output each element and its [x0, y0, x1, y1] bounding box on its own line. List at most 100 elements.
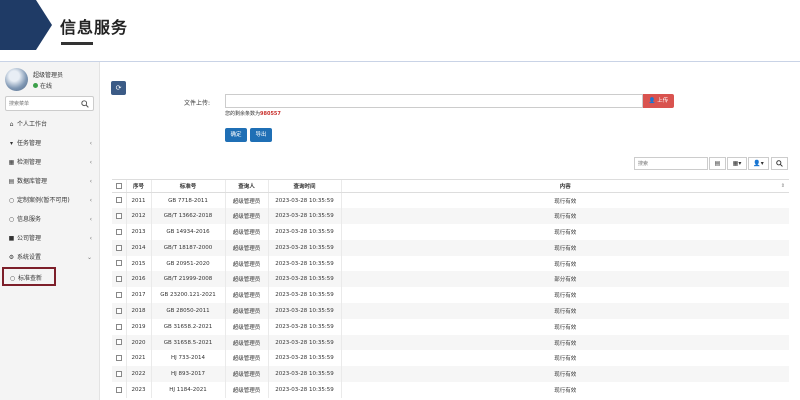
user-panel: 超级管理员 在线: [4, 67, 96, 93]
row-checkbox[interactable]: [115, 228, 122, 235]
table-search-input[interactable]: [638, 160, 704, 168]
table-cell: 2017: [125, 287, 151, 304]
sidebar-item-info-service[interactable]: ○ 信息服务 ‹: [0, 210, 100, 229]
circle-icon: ○: [8, 216, 15, 223]
column-header[interactable]: 查询时间: [267, 179, 341, 193]
chevron-left-icon: ‹: [89, 178, 92, 185]
table-cell: GB 20951-2020: [150, 255, 225, 272]
table-row[interactable]: 2014 GB/T 18187-2000 超级管理员 2023-03-28 10:35…: [112, 239, 789, 256]
sidebar-search-input[interactable]: [9, 99, 79, 109]
sidebar-item-workbench[interactable]: ⌂ 个人工作台: [0, 115, 100, 134]
column-header[interactable]: 序号: [125, 179, 151, 193]
sidebar-item-label: 标准查新: [18, 275, 43, 282]
sidebar-item-standard-check[interactable]: ○ 标准查新: [2, 267, 56, 286]
table-row[interactable]: 2021 HJ 733-2014 超级管理员 2023-03-28 10:35:59 现…: [112, 350, 789, 367]
chevron-down-icon: ⌄: [86, 254, 92, 261]
table-cell: 2023-03-28 10:35:59: [267, 366, 341, 383]
table-row[interactable]: 2012 GB/T 13662-2018 超级管理员 2023-03-28 10:35…: [112, 208, 789, 225]
row-checkbox[interactable]: [115, 244, 122, 251]
row-checkbox-cell: [112, 208, 126, 225]
table-cell: 超级管理员: [224, 271, 268, 288]
table-row[interactable]: 2016 GB/T 21999-2008 超级管理员 2023-03-28 10:35…: [112, 271, 789, 288]
table-search-button[interactable]: [771, 157, 788, 170]
row-checkbox[interactable]: [115, 386, 122, 393]
row-checkbox-cell: [112, 366, 126, 383]
sidebar-item-inspection[interactable]: ▦ 检测管理 ‹: [0, 153, 100, 172]
table-row[interactable]: 2023 HJ 1184-2021 超级管理员 2023-03-28 10:35:59…: [112, 382, 789, 398]
row-checkbox[interactable]: [115, 323, 122, 330]
row-checkbox[interactable]: [115, 212, 122, 219]
table-cell: 超级管理员: [224, 224, 268, 240]
sidebar-item-label: 个人工作台: [17, 121, 48, 128]
table-cell: 2014: [125, 239, 151, 256]
row-checkbox[interactable]: [115, 291, 122, 298]
select-all-checkbox[interactable]: [115, 182, 122, 189]
row-checkbox[interactable]: [115, 370, 122, 377]
confirm-button[interactable]: 确定: [225, 128, 247, 142]
sidebar-item-database[interactable]: ▤ 数据库管理 ‹: [0, 172, 100, 191]
table-cell: 现行有效: [340, 287, 789, 304]
avatar[interactable]: [5, 68, 28, 91]
table-row[interactable]: 2015 GB 20951-2020 超级管理员 2023-03-28 10:35:5…: [112, 255, 789, 272]
table-cell: HJ 1184-2021: [150, 382, 225, 398]
sidebar-item-settings[interactable]: ⚙ 系统设置 ⌄: [0, 248, 100, 267]
table-cell: GB/T 21999-2008: [150, 271, 225, 288]
row-checkbox[interactable]: [115, 339, 122, 346]
sidebar-item-label: 检测管理: [17, 159, 42, 166]
column-header-content[interactable]: 内容 ⇕: [340, 179, 789, 193]
toggle-view-button[interactable]: ▤: [709, 157, 726, 170]
table-cell: GB/T 18187-2000: [150, 239, 225, 256]
file-upload-input[interactable]: [225, 94, 643, 108]
table-cell: 超级管理员: [224, 318, 268, 335]
table-row[interactable]: 2020 GB 31658.5-2021 超级管理员 2023-03-28 10:35…: [112, 334, 789, 351]
sidebar-item-company[interactable]: ■ 公司管理 ‹: [0, 229, 100, 248]
sidebar-item-label: 系统设置: [17, 254, 42, 261]
table-cell: 2020: [125, 334, 151, 351]
row-checkbox[interactable]: [115, 260, 122, 267]
table-cell: 2012: [125, 208, 151, 225]
table-cell: 2019: [125, 318, 151, 335]
row-checkbox[interactable]: [115, 355, 122, 362]
table-cell: 现行有效: [340, 255, 789, 272]
row-checkbox[interactable]: [115, 197, 122, 204]
row-checkbox[interactable]: [115, 276, 122, 283]
filter-icon: ▾: [9, 140, 13, 147]
column-header[interactable]: 查询人: [224, 179, 268, 193]
export-button[interactable]: 导出: [250, 128, 272, 142]
sort-icon: ⇕: [780, 183, 785, 189]
table-cell: 现行有效: [340, 334, 789, 351]
sidebar-item-custom-cases[interactable]: ○ 定制案例(暂不可用) ‹: [0, 191, 100, 210]
table-cell: 现行有效: [340, 366, 789, 383]
sidebar-search: [5, 96, 94, 111]
row-checkbox[interactable]: [115, 307, 122, 314]
columns-icon: ▦▾: [732, 160, 742, 167]
table-cell: GB 14934-2016: [150, 224, 225, 240]
select-all-checkbox-cell: [112, 179, 126, 193]
sidebar-item-label: 定制案例(暂不可用): [17, 197, 70, 204]
table-row[interactable]: 2017 GB 23200.121-2021 超级管理员 2023-03-28 10:…: [112, 287, 789, 304]
square-icon: ■: [8, 235, 15, 242]
upload-button[interactable]: 👤 上传: [643, 94, 674, 108]
export-dropdown-button[interactable]: 👤▾: [748, 157, 769, 170]
table-cell: 2015: [125, 255, 151, 272]
column-header[interactable]: 标准号: [150, 179, 225, 193]
table-row[interactable]: 2019 GB 31658.2-2021 超级管理员 2023-03-28 10:35…: [112, 318, 789, 335]
table-cell: 2022: [125, 366, 151, 383]
table-row[interactable]: 2018 GB 28050-2011 超级管理员 2023-03-28 10:35:5…: [112, 303, 789, 319]
search-icon[interactable]: [81, 100, 89, 108]
columns-button[interactable]: ▦▾: [727, 157, 747, 170]
table-search: [634, 157, 708, 170]
table-cell: 2023-03-28 10:35:59: [267, 239, 341, 256]
table-cell: 现行有效: [340, 382, 789, 398]
sidebar-item-tasks[interactable]: ▾ 任务管理 ‹: [0, 134, 100, 153]
table-cell: GB 31658.5-2021: [150, 334, 225, 351]
table-row[interactable]: 2011 GB 7718-2011 超级管理员 2023-03-28 10:35:59…: [112, 192, 789, 209]
table-row[interactable]: 2022 HJ 893-2017 超级管理员 2023-03-28 10:35:59 现…: [112, 366, 789, 383]
table-cell: 现行有效: [340, 318, 789, 335]
table-cell: 2023-03-28 10:35:59: [267, 334, 341, 351]
page-title: 信息服务: [60, 18, 129, 37]
table-row[interactable]: 2013 GB 14934-2016 超级管理员 2023-03-28 10:35:5…: [112, 224, 789, 240]
row-checkbox-cell: [112, 239, 126, 256]
refresh-button[interactable]: ⟳: [111, 81, 126, 95]
table-cell: 超级管理员: [224, 303, 268, 319]
